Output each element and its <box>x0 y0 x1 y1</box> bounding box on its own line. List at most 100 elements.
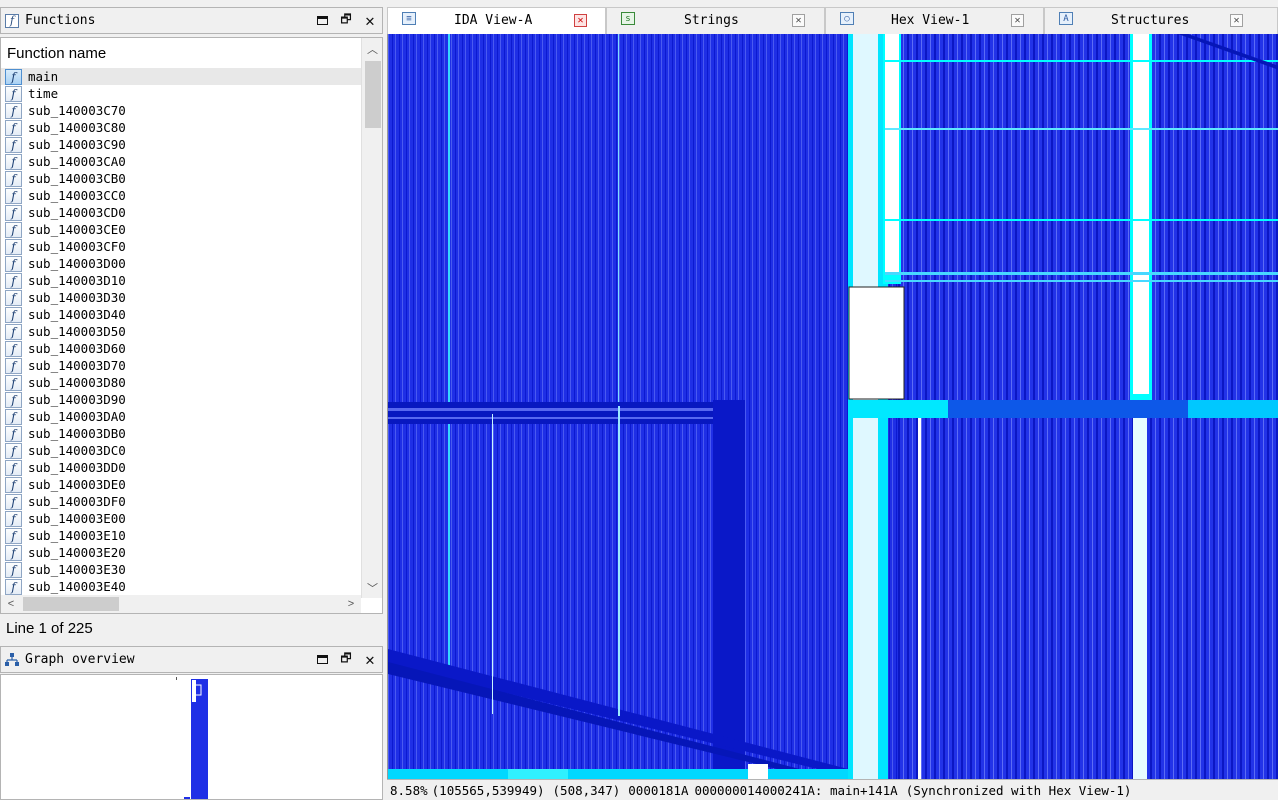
function-row[interactable]: f sub_140003C80 <box>1 119 361 136</box>
status-address: 000000014000241A: main+141A <box>694 782 898 798</box>
function-row[interactable]: f sub_140003D30 <box>1 289 361 306</box>
functions-status: Line 1 of 225 <box>6 620 93 637</box>
function-row[interactable]: f sub_140003DD0 <box>1 459 361 476</box>
tab-hex-view-1[interactable]: ○ Hex View-1 ✕ <box>825 7 1044 34</box>
function-row[interactable]: f sub_140003DC0 <box>1 442 361 459</box>
scroll-up-icon[interactable]: ︿ <box>362 38 382 59</box>
function-name: sub_140003CD0 <box>28 205 126 220</box>
functions-list[interactable]: Function name f main f time f sub_140003C70 f s… <box>0 37 383 614</box>
function-name: sub_140003D10 <box>28 273 126 288</box>
function-row[interactable]: f sub_140003D90 <box>1 391 361 408</box>
function-row[interactable]: f sub_140003E30 <box>1 561 361 578</box>
function-name: sub_140003E00 <box>28 511 126 526</box>
function-name: sub_140003DB0 <box>28 426 126 441</box>
tab-label: Strings <box>684 13 739 28</box>
ida-view-status-bar: 8.58% (105565,539949) (508,347) 0000181A 000… <box>387 779 1278 800</box>
function-row[interactable]: f sub_140003CB0 <box>1 170 361 187</box>
vertical-scrollbar[interactable]: ︿ ﹀ <box>361 38 382 598</box>
function-name: sub_140003D70 <box>28 358 126 373</box>
horizontal-scrollbar[interactable]: < > <box>1 595 361 613</box>
function-icon: f <box>5 408 22 425</box>
function-row[interactable]: f sub_140003D80 <box>1 374 361 391</box>
function-row[interactable]: f sub_140003D50 <box>1 323 361 340</box>
function-row[interactable]: f sub_140003E20 <box>1 544 361 561</box>
function-row[interactable]: f sub_140003D70 <box>1 357 361 374</box>
function-name: sub_140003D50 <box>28 324 126 339</box>
strings-icon: s <box>621 12 635 25</box>
function-row[interactable]: f sub_140003D40 <box>1 306 361 323</box>
function-row[interactable]: f sub_140003D60 <box>1 340 361 357</box>
graph-overview-header: Graph overview 🗗 ✕ <box>0 646 383 673</box>
function-row[interactable]: f main <box>1 68 361 85</box>
function-name: sub_140003CA0 <box>28 154 126 169</box>
structures-icon: A <box>1059 12 1073 25</box>
function-row[interactable]: f time <box>1 85 361 102</box>
function-icon: f <box>5 561 22 578</box>
function-row[interactable]: f sub_140003D00 <box>1 255 361 272</box>
function-name: sub_140003C90 <box>28 137 126 152</box>
ida-graph-view[interactable] <box>387 34 1278 779</box>
status-zoom: 8.58% <box>390 782 428 798</box>
function-rows: f main f time f sub_140003C70 f sub_140003C80 f s… <box>1 68 361 595</box>
function-row[interactable]: f sub_140003E00 <box>1 510 361 527</box>
function-row[interactable]: f sub_140003E10 <box>1 527 361 544</box>
function-icon: f <box>5 13 19 28</box>
function-name: sub_140003DF0 <box>28 494 126 509</box>
maximize-button[interactable] <box>310 9 334 33</box>
function-name: sub_140003D80 <box>28 375 126 390</box>
function-icon: f <box>5 119 22 136</box>
function-icon: f <box>5 476 22 493</box>
function-row[interactable]: f sub_140003DA0 <box>1 408 361 425</box>
maximize-button[interactable] <box>310 648 334 672</box>
float-button[interactable]: 🗗 <box>334 9 358 33</box>
function-icon: f <box>5 357 22 374</box>
tab-structures[interactable]: A Structures ✕ <box>1044 7 1278 34</box>
function-row[interactable]: f sub_140003D10 <box>1 272 361 289</box>
scroll-left-icon[interactable]: < <box>1 595 21 613</box>
close-button[interactable]: ✕ <box>358 9 382 33</box>
function-row[interactable]: f sub_140003C70 <box>1 102 361 119</box>
function-row[interactable]: f sub_140003DE0 <box>1 476 361 493</box>
function-name: main <box>28 69 59 84</box>
scroll-thumb[interactable] <box>365 61 381 128</box>
function-row[interactable]: f sub_140003E40 <box>1 578 361 595</box>
tab-label: Hex View-1 <box>891 13 970 28</box>
tab-strings[interactable]: s Strings ✕ <box>606 7 825 34</box>
function-row[interactable]: f sub_140003CA0 <box>1 153 361 170</box>
function-icon: f <box>5 238 22 255</box>
function-name: sub_140003DD0 <box>28 460 126 475</box>
function-name: sub_140003DE0 <box>28 477 126 492</box>
function-name: sub_140003D30 <box>28 290 126 305</box>
status-cursor: (508,347) <box>552 782 621 798</box>
function-icon: f <box>5 493 22 510</box>
function-row[interactable]: f sub_140003CF0 <box>1 238 361 255</box>
function-icon: f <box>5 544 22 561</box>
close-button[interactable]: ✕ <box>358 648 382 672</box>
function-row[interactable]: f sub_140003CC0 <box>1 187 361 204</box>
close-tab-icon[interactable]: ✕ <box>1011 14 1024 27</box>
function-name: sub_140003DC0 <box>28 443 126 458</box>
close-tab-icon[interactable]: ✕ <box>1230 14 1243 27</box>
tab-ida-view-a[interactable]: ≡ IDA View-A ✕ <box>387 7 606 34</box>
close-tab-icon[interactable]: ✕ <box>792 14 805 27</box>
function-row[interactable]: f sub_140003CE0 <box>1 221 361 238</box>
scroll-down-icon[interactable]: ﹀ <box>362 577 382 598</box>
function-row[interactable]: f sub_140003DF0 <box>1 493 361 510</box>
function-icon: f <box>5 391 22 408</box>
function-icon: f <box>5 306 22 323</box>
scroll-right-icon[interactable]: > <box>341 595 361 613</box>
function-icon: f <box>5 425 22 442</box>
function-name: time <box>28 86 59 101</box>
function-icon: f <box>5 204 22 221</box>
graph-overview-canvas[interactable] <box>0 674 383 800</box>
function-row[interactable]: f sub_140003DB0 <box>1 425 361 442</box>
float-button[interactable]: 🗗 <box>334 648 358 672</box>
graph-canvas[interactable] <box>388 34 1278 779</box>
close-tab-icon[interactable]: ✕ <box>574 14 587 27</box>
function-name: sub_140003D00 <box>28 256 126 271</box>
function-row[interactable]: f sub_140003CD0 <box>1 204 361 221</box>
function-row[interactable]: f sub_140003C90 <box>1 136 361 153</box>
function-name: sub_140003E10 <box>28 528 126 543</box>
scroll-thumb-horizontal[interactable] <box>23 597 119 611</box>
column-header-function-name[interactable]: Function name <box>1 38 361 68</box>
